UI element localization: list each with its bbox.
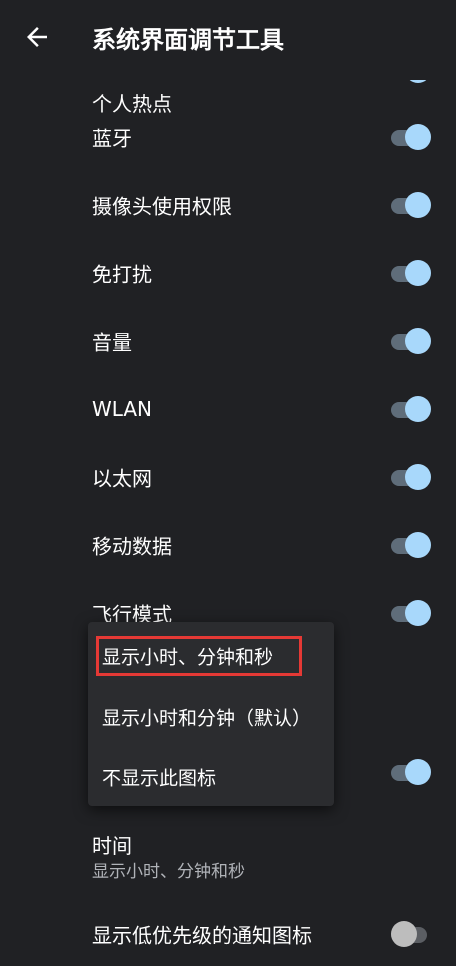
setting-row-wlan[interactable]: WLAN <box>0 379 456 439</box>
setting-row-ethernet[interactable]: 以太网 <box>0 447 456 507</box>
bluetooth-toggle[interactable] <box>391 123 431 151</box>
setting-label: 音量 <box>92 330 132 355</box>
setting-row-volume[interactable]: 音量 <box>0 311 456 371</box>
low-priority-icons-toggle[interactable] <box>391 920 431 948</box>
setting-row-mobile-data[interactable]: 移动数据 <box>0 515 456 575</box>
camera-permission-toggle[interactable] <box>391 191 431 219</box>
setting-label: 免打扰 <box>92 262 152 287</box>
app-bar: 系统界面调节工具 <box>0 0 456 80</box>
setting-row-camera-permission[interactable]: 摄像头使用权限 <box>0 175 456 235</box>
setting-row-low-priority-icons[interactable]: 显示低优先级的通知图标 <box>0 904 456 964</box>
menu-option-hours-minutes-seconds[interactable]: 显示小时、分钟和秒 <box>96 636 302 676</box>
airplane-mode-toggle[interactable] <box>391 599 431 627</box>
menu-option-label: 不显示此图标 <box>102 767 217 790</box>
menu-option-label: 显示小时和分钟（默认） <box>102 707 312 730</box>
menu-option-label: 显示小时、分钟和秒 <box>102 646 274 669</box>
setting-label: 摄像头使用权限 <box>92 194 232 219</box>
wlan-toggle[interactable] <box>391 395 431 423</box>
time-setting-title[interactable]: 时间 <box>92 830 132 859</box>
volume-toggle[interactable] <box>391 327 431 355</box>
setting-label: 以太网 <box>92 466 152 491</box>
setting-label: 显示低优先级的通知图标 <box>92 923 312 948</box>
setting-row-do-not-disturb[interactable]: 免打扰 <box>0 243 456 303</box>
do-not-disturb-toggle[interactable] <box>391 259 431 287</box>
time-format-menu: 显示小时、分钟和秒 显示小时和分钟（默认） 不显示此图标 <box>88 622 334 806</box>
mobile-data-toggle[interactable] <box>391 531 431 559</box>
ethernet-toggle[interactable] <box>391 463 431 491</box>
menu-option-hide-icon[interactable]: 不显示此图标 <box>88 749 334 805</box>
hidden-row-toggle[interactable] <box>391 758 431 786</box>
setting-label: WLAN <box>92 397 153 421</box>
setting-label: 蓝牙 <box>92 126 132 151</box>
menu-option-hours-minutes-default[interactable]: 显示小时和分钟（默认） <box>88 689 334 745</box>
setting-label: 移动数据 <box>92 534 172 559</box>
page-title: 系统界面调节工具 <box>92 26 284 54</box>
setting-row-bluetooth[interactable]: 蓝牙 <box>0 107 456 167</box>
back-arrow-icon[interactable] <box>22 22 52 52</box>
time-setting-summary: 显示小时、分钟和秒 <box>92 862 245 882</box>
